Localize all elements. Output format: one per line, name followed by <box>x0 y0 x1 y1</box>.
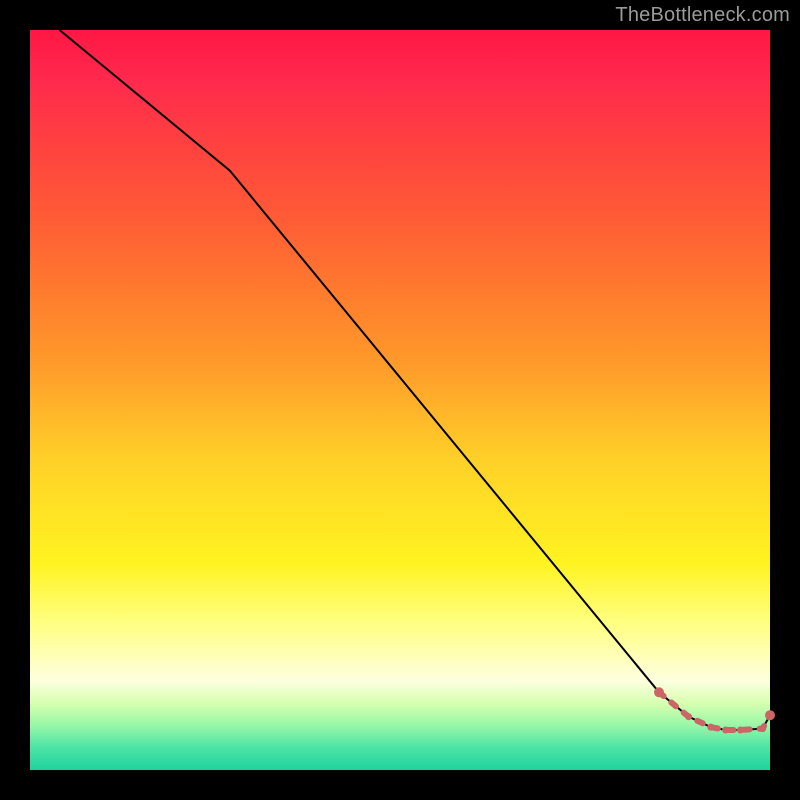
watermark-text: TheBottleneck.com <box>615 4 790 27</box>
highlight-dot <box>707 724 714 731</box>
highlight-dot <box>765 710 775 720</box>
highlight-dot <box>737 727 744 734</box>
highlight-dot <box>685 713 692 720</box>
highlight-dot <box>759 725 766 732</box>
highlight-dash <box>659 692 770 730</box>
chart-plot-area <box>30 30 770 770</box>
chart-stage: TheBottleneck.com <box>0 0 800 800</box>
highlight-dot <box>722 727 729 734</box>
chart-svg <box>30 30 770 770</box>
series-curve <box>60 30 770 730</box>
highlight-dot <box>654 687 664 697</box>
